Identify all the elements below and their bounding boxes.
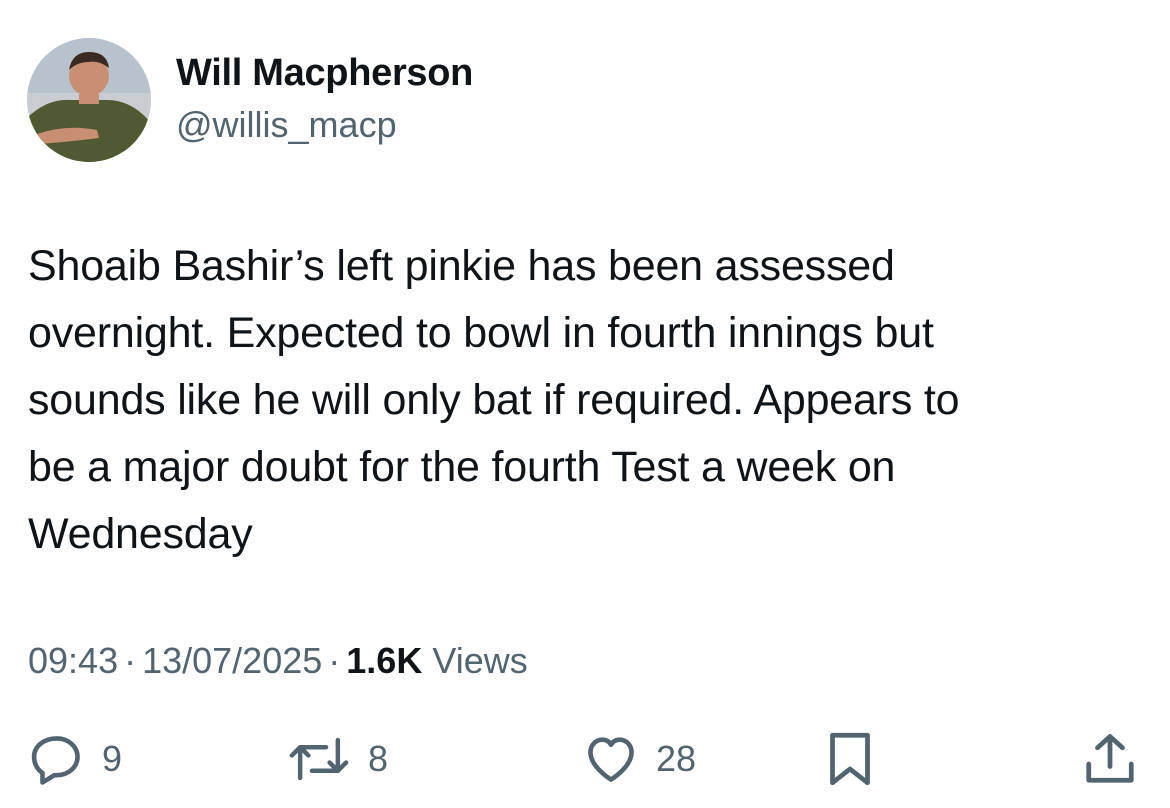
tweet-text-line: be a major doubt for the fourth Test a w… — [28, 443, 896, 491]
share-icon — [1080, 729, 1140, 789]
meta-separator: · — [124, 640, 137, 681]
share-button[interactable] — [1080, 727, 1140, 791]
like-count: 28 — [656, 738, 697, 779]
meta-separator: · — [328, 640, 341, 681]
tweet-text-line: overnight. Expected to bowl in fourth in… — [28, 309, 934, 357]
heart-icon — [582, 730, 640, 788]
author-name[interactable]: Will Macpherson — [176, 52, 473, 95]
views-label: Views — [432, 640, 528, 681]
views-count: 1.6K — [346, 640, 423, 681]
tweet-text-line: sounds like he will only bat if required… — [28, 376, 960, 424]
retweet-button[interactable]: 8 — [286, 727, 388, 791]
action-bar: 9 8 28 — [0, 727, 1170, 797]
tweet-date[interactable]: 13/07/2025 — [142, 640, 322, 681]
bookmark-icon — [820, 727, 880, 791]
tweet-time[interactable]: 09:43 — [28, 640, 118, 681]
avatar-photo — [27, 38, 151, 162]
reply-count: 9 — [102, 738, 123, 779]
reply-icon — [28, 730, 86, 788]
author-handle[interactable]: @willis_macp — [176, 104, 397, 146]
tweet-text-line: Shoaib Bashir’s left pinkie has been ass… — [28, 242, 895, 290]
tweet-text: Shoaib Bashir’s left pinkie has been ass… — [28, 233, 1138, 568]
tweet-text-line: Wednesday — [28, 510, 253, 558]
avatar[interactable] — [27, 38, 151, 162]
retweet-icon — [286, 730, 352, 788]
bookmark-button[interactable] — [820, 727, 880, 791]
tweet-meta: 09:43 · 13/07/2025 · 1.6K Views — [28, 640, 528, 682]
retweet-count: 8 — [368, 738, 389, 779]
reply-button[interactable]: 9 — [28, 727, 122, 791]
like-button[interactable]: 28 — [582, 727, 696, 791]
